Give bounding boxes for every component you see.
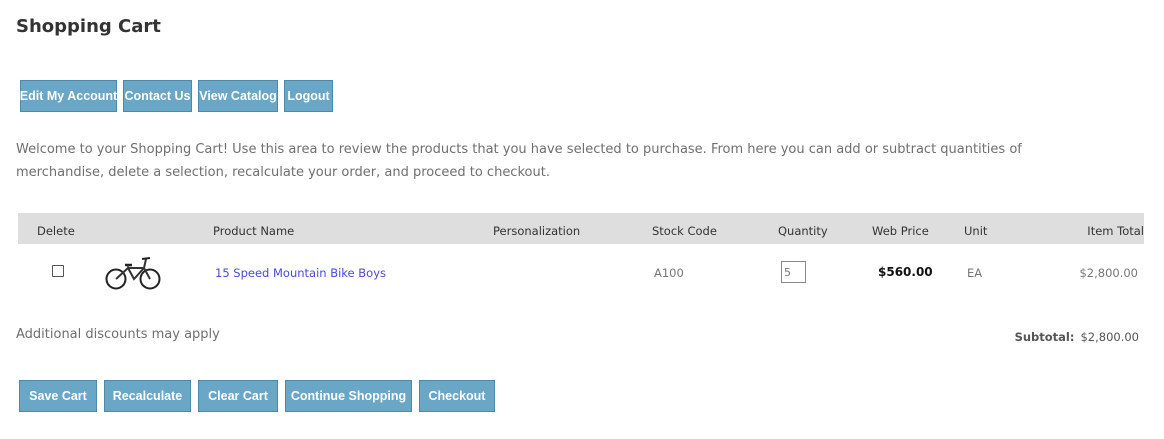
logout-button[interactable]: Logout [284, 80, 333, 112]
header-product-name: Product Name [213, 224, 295, 238]
item-total-cell: $2,800.00 [1079, 266, 1138, 280]
header-unit: Unit [964, 224, 988, 238]
subtotal-value: $2,800.00 [1080, 330, 1139, 344]
header-delete: Delete [37, 224, 75, 238]
stock-code-cell: A100 [654, 266, 684, 280]
recalculate-button[interactable]: Recalculate [104, 380, 191, 412]
delete-checkbox[interactable] [52, 265, 64, 277]
checkout-button[interactable]: Checkout [419, 380, 495, 412]
bicycle-icon [105, 257, 161, 290]
unit-cell: EA [967, 266, 983, 280]
quantity-input[interactable] [781, 261, 806, 283]
product-name-link[interactable]: 15 Speed Mountain Bike Boys [215, 266, 386, 280]
web-price-cell: $560.00 [878, 265, 933, 279]
header-item-total: Item Total [1087, 224, 1144, 238]
subtotal-label: Subtotal: [1014, 330, 1075, 344]
edit-account-button[interactable]: Edit My Account [20, 80, 117, 112]
discounts-note: Additional discounts may apply [16, 327, 220, 342]
header-web-price: Web Price [872, 224, 929, 238]
intro-text: Welcome to your Shopping Cart! Use this … [16, 142, 1022, 180]
header-quantity: Quantity [778, 224, 828, 238]
contact-us-button[interactable]: Contact Us [123, 80, 192, 112]
view-catalog-button[interactable]: View Catalog [198, 80, 278, 112]
continue-shopping-button[interactable]: Continue Shopping [285, 380, 412, 412]
header-stock-code: Stock Code [652, 224, 717, 238]
clear-cart-button[interactable]: Clear Cart [198, 380, 278, 412]
subtotal: Subtotal: $2,800.00 [1015, 330, 1139, 344]
header-personalization: Personalization [493, 224, 581, 238]
page-title: Shopping Cart [16, 16, 161, 37]
save-cart-button[interactable]: Save Cart [19, 380, 97, 412]
